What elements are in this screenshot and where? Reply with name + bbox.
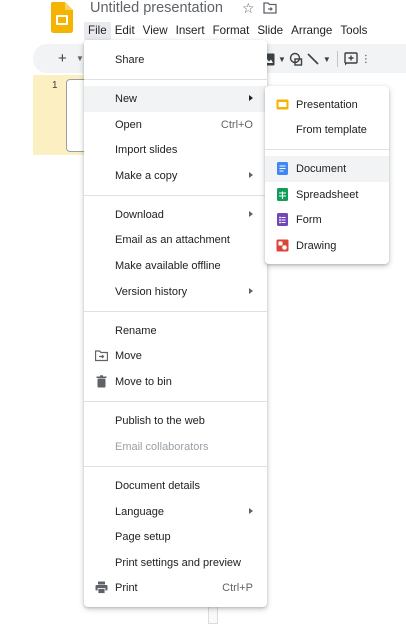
menu-format[interactable]: Format	[209, 22, 254, 40]
menu-item-label: Language	[115, 506, 164, 518]
trash-icon	[96, 375, 107, 388]
menu-item-document-details[interactable]: Document details	[84, 473, 267, 499]
menu-item-language[interactable]: Language	[84, 499, 267, 525]
shortcut-label: Ctrl+O	[220, 119, 253, 131]
submenu-item-presentation[interactable]: Presentation	[265, 92, 389, 118]
menu-arrange[interactable]: Arrange	[287, 22, 336, 40]
menu-slide[interactable]: Slide	[253, 22, 287, 40]
menu-divider	[84, 195, 267, 196]
docs-icon	[277, 162, 288, 175]
menu-item-label: Page setup	[115, 531, 171, 543]
slides-icon	[276, 99, 289, 110]
menu-divider	[265, 149, 389, 150]
menu-item-import-slides[interactable]: Import slides	[84, 137, 267, 163]
menu-divider	[84, 79, 267, 80]
sheets-icon	[277, 188, 288, 201]
add-comment-icon[interactable]	[344, 52, 358, 66]
menu-divider	[84, 401, 267, 402]
menu-divider	[84, 311, 267, 312]
menu-item-email-collaborators: Email collaborators	[84, 434, 267, 460]
printer-icon	[95, 581, 108, 594]
file-menu: Share New Open Ctrl+O Import slides Make…	[84, 40, 267, 607]
submenu-arrow-icon	[249, 211, 253, 217]
more-icon[interactable]: ⋮	[361, 54, 371, 65]
menu-item-label: New	[115, 93, 138, 105]
submenu-item-drawing[interactable]: Drawing	[265, 233, 389, 259]
chevron-down-icon[interactable]: ▼	[323, 55, 331, 64]
submenu-item-label: Form	[296, 214, 322, 226]
menu-item-make-offline[interactable]: Make available offline	[84, 253, 267, 279]
document-title[interactable]: Untitled presentation	[90, 0, 223, 16]
move-to-folder-icon[interactable]	[263, 2, 277, 14]
submenu-item-document[interactable]: Document	[265, 156, 389, 182]
menu-item-label: Move	[115, 350, 142, 362]
menu-item-email-attachment[interactable]: Email as an attachment	[84, 227, 267, 253]
slide-number: 1	[52, 80, 58, 91]
menu-item-label: Version history	[115, 286, 188, 298]
menu-item-label: Rename	[115, 325, 157, 337]
menu-file[interactable]: File	[84, 22, 111, 40]
shape-icon[interactable]	[289, 52, 303, 66]
menu-item-version-history[interactable]: Version history	[84, 279, 267, 305]
menu-item-label: Make available offline	[115, 260, 221, 272]
menu-item-label: Email collaborators	[115, 441, 209, 453]
menu-item-label: Share	[115, 54, 145, 66]
menu-item-label: Print	[115, 582, 138, 594]
menu-tools[interactable]: Tools	[336, 22, 371, 40]
menu-item-label: Document details	[115, 480, 200, 492]
submenu-item-spreadsheet[interactable]: Spreadsheet	[265, 182, 389, 208]
menu-item-print[interactable]: Print Ctrl+P	[84, 575, 267, 601]
submenu-item-label: Spreadsheet	[296, 189, 359, 201]
menu-view[interactable]: View	[139, 22, 172, 40]
menu-item-make-copy[interactable]: Make a copy	[84, 163, 267, 189]
new-submenu: Presentation From template Document Spre…	[265, 86, 389, 264]
menu-item-label: Download	[115, 209, 164, 221]
chevron-down-icon[interactable]: ▼	[278, 55, 286, 64]
forms-icon	[277, 213, 288, 226]
star-icon[interactable]: ☆	[242, 1, 255, 15]
drawings-icon	[276, 239, 289, 252]
submenu-item-label: Drawing	[296, 240, 337, 252]
menu-item-label: Email as an attachment	[115, 234, 230, 246]
submenu-arrow-icon	[249, 172, 253, 178]
menu-item-page-setup[interactable]: Page setup	[84, 524, 267, 550]
menu-item-share[interactable]: Share	[84, 47, 267, 73]
menu-item-new[interactable]: New	[84, 86, 267, 112]
submenu-item-label: From template	[296, 124, 367, 136]
chevron-down-icon[interactable]: ▼	[76, 54, 84, 63]
menu-insert[interactable]: Insert	[172, 22, 209, 40]
menu-edit[interactable]: Edit	[111, 22, 139, 40]
menu-item-label: Make a copy	[115, 170, 178, 182]
submenu-arrow-icon	[249, 508, 253, 514]
menu-item-rename[interactable]: Rename	[84, 318, 267, 344]
submenu-item-form[interactable]: Form	[265, 207, 389, 233]
line-icon[interactable]	[306, 52, 320, 66]
menu-item-label: Print settings and preview	[115, 557, 241, 569]
submenu-item-label: Presentation	[296, 99, 358, 111]
menu-item-move[interactable]: Move	[84, 343, 267, 369]
toolbar-divider	[336, 51, 338, 67]
submenu-item-label: Document	[296, 163, 347, 175]
menu-item-open[interactable]: Open Ctrl+O	[84, 112, 267, 138]
menu-divider	[84, 466, 267, 467]
menu-item-print-settings[interactable]: Print settings and preview	[84, 550, 267, 576]
slides-logo[interactable]	[51, 2, 73, 33]
move-folder-icon	[95, 350, 108, 362]
menu-item-label: Publish to the web	[115, 415, 205, 427]
submenu-item-from-template[interactable]: From template	[265, 117, 389, 143]
toolbar-tools: ▼ ▼ ⋮	[262, 49, 371, 69]
menu-item-label: Open	[115, 119, 142, 131]
submenu-arrow-icon	[249, 95, 253, 101]
shortcut-label: Ctrl+P	[222, 582, 253, 594]
menu-item-label: Move to bin	[115, 376, 172, 388]
submenu-arrow-icon	[249, 288, 253, 294]
menu-item-publish[interactable]: Publish to the web	[84, 408, 267, 434]
new-slide-icon[interactable]: +	[58, 50, 67, 67]
menu-item-move-to-bin[interactable]: Move to bin	[84, 369, 267, 395]
menu-item-download[interactable]: Download	[84, 202, 267, 228]
menu-item-label: Import slides	[115, 144, 178, 156]
menu-bar: File Edit View Insert Format Slide Arran…	[84, 22, 371, 40]
